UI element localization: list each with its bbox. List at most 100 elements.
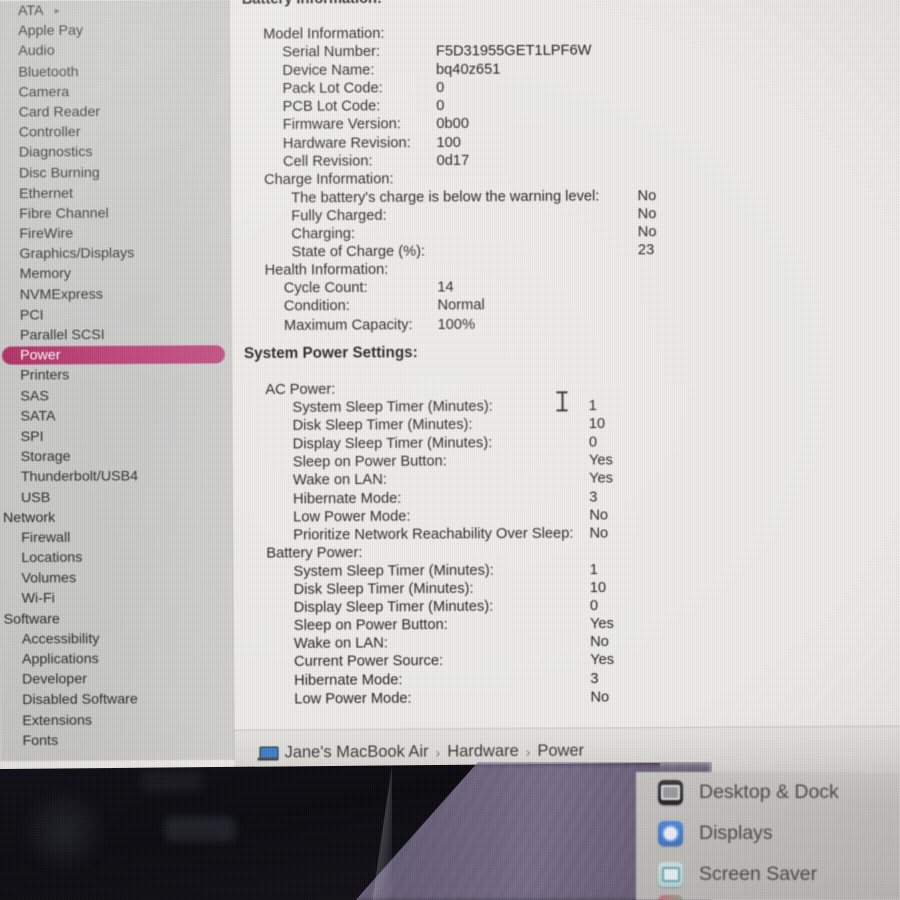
- sidebar-item-label: USB: [20, 489, 51, 506]
- sidebar-item-accessibility[interactable]: Accessibility: [0, 628, 233, 650]
- sidebar-item-locations[interactable]: Locations: [0, 547, 232, 569]
- settings-item-desktop-dock[interactable]: Desktop & Dock: [636, 772, 900, 813]
- sidebar-item-label: Memory: [19, 266, 72, 283]
- sidebar-item-label: FireWire: [19, 225, 74, 243]
- sidebar-item-sas[interactable]: SAS: [0, 385, 231, 407]
- model-info-label: Cell Revision:: [282, 153, 373, 170]
- ac-power-label: Disk Sleep Timer (Minutes):: [292, 417, 473, 435]
- sidebar-item-printers[interactable]: Printers: [0, 365, 231, 387]
- sidebar-item-label: PCI: [19, 306, 44, 324]
- ac-power-value: No: [589, 525, 609, 542]
- settings-item-partial[interactable]: [636, 895, 900, 900]
- sidebar-item-label: Ethernet: [19, 185, 74, 202]
- sidebar-item-disabled-software[interactable]: Disabled Software: [0, 689, 233, 711]
- system-settings-panel[interactable]: Desktop & Dock Displays Screen Saver: [636, 772, 900, 900]
- sidebar-item-wi-fi[interactable]: Wi-Fi: [0, 588, 232, 610]
- battery-power-label: Hibernate Mode:: [294, 671, 403, 689]
- sidebar-item-volumes[interactable]: Volumes: [0, 567, 232, 589]
- sidebar-item-label: Apple Pay: [18, 22, 84, 40]
- health-info-value: 14: [437, 279, 454, 297]
- sidebar-item-ata[interactable]: ATA ▸: [0, 0, 229, 21]
- sidebar-item-audio[interactable]: Audio: [0, 40, 229, 62]
- sidebar-item-graphics-displays[interactable]: Graphics/Displays: [0, 243, 230, 265]
- sidebar-item-software[interactable]: Software: [0, 608, 233, 630]
- sidebar-item-label: SAS: [20, 388, 49, 405]
- system-power-settings-heading: System Power Settings:: [243, 344, 418, 363]
- sidebar-item-usb[interactable]: USB: [0, 486, 232, 508]
- ac-power-value: 10: [588, 416, 606, 433]
- model-info-label: Pack Lot Code:: [282, 80, 383, 98]
- sidebar-item-label: Controller: [18, 124, 81, 141]
- settings-item-screen-saver[interactable]: Screen Saver: [636, 854, 900, 895]
- breadcrumb-separator-2: ›: [525, 743, 531, 760]
- battery-power-value: 0: [589, 598, 599, 615]
- settings-item-label: Displays: [699, 822, 773, 844]
- battery-power-label: System Sleep Timer (Minutes):: [293, 562, 494, 580]
- sidebar-item-label: Accessibility: [21, 630, 100, 648]
- sidebar-item-developer[interactable]: Developer: [0, 669, 233, 691]
- sidebar-item-spi[interactable]: SPI: [0, 425, 231, 447]
- sidebar-item-firewire[interactable]: FireWire: [0, 223, 230, 245]
- sidebar-item-pci[interactable]: PCI: [0, 304, 231, 326]
- content-pane: Battery Information: Model Information:S…: [229, 0, 900, 730]
- sidebar-item-sata[interactable]: SATA: [0, 405, 231, 427]
- sidebar-item-label: Audio: [18, 43, 55, 60]
- sidebar-item-label: Parallel SCSI: [19, 326, 105, 344]
- sidebar-item-apple-pay[interactable]: Apple Pay: [0, 20, 229, 42]
- sidebar-item-applications[interactable]: Applications: [0, 648, 233, 670]
- sidebar-item-controller[interactable]: Controller: [0, 121, 230, 143]
- sidebar-item-ethernet[interactable]: Ethernet: [0, 182, 230, 204]
- sidebar-item-thunderbolt-usb4[interactable]: Thunderbolt/USB4: [0, 466, 232, 488]
- sidebar-item-diagnostics[interactable]: Diagnostics: [0, 142, 230, 164]
- battery-power-label: Display Sleep Timer (Minutes):: [293, 598, 494, 616]
- sidebar-item-label: Firewall: [21, 529, 71, 547]
- sidebar-item-camera[interactable]: Camera: [0, 81, 229, 103]
- sidebar-item-extensions[interactable]: Extensions: [0, 709, 233, 731]
- battery-power-value: 3: [590, 670, 599, 687]
- sidebar-item-memory[interactable]: Memory: [0, 263, 230, 285]
- breadcrumb-item-hardware[interactable]: Hardware: [447, 742, 518, 762]
- sidebar-item-bluetooth[interactable]: Bluetooth: [0, 61, 229, 83]
- model-info-value: 0: [436, 80, 445, 97]
- health-info-value: Normal: [437, 297, 485, 315]
- sidebar-item-disc-burning[interactable]: Disc Burning: [0, 162, 230, 184]
- breadcrumb-item-device[interactable]: Jane's MacBook Air: [285, 743, 429, 763]
- model-info-label: Hardware Revision:: [282, 134, 411, 152]
- model-info-value: bq40z651: [435, 61, 501, 79]
- sidebar-item-label: Software: [3, 610, 60, 628]
- sidebar-item-label: Printers: [20, 367, 70, 384]
- charge-info-label: The battery's charge is below the warnin…: [291, 188, 600, 207]
- charge-info-value: No: [637, 205, 657, 223]
- battery-power-label: Wake on LAN:: [293, 635, 388, 653]
- sidebar-item-firewall[interactable]: Firewall: [0, 527, 232, 549]
- sidebar-item-card-reader[interactable]: Card Reader: [0, 101, 230, 123]
- sidebar-item-nvmexpress[interactable]: NVMExpress: [0, 284, 231, 306]
- breadcrumb-item-power[interactable]: Power: [537, 742, 584, 761]
- battery-power-label: Sleep on Power Button:: [293, 617, 448, 635]
- model-info-label: Firmware Version:: [282, 116, 401, 134]
- sidebar-item-label: ATA: [17, 2, 44, 20]
- battery-power-label: Low Power Mode:: [294, 690, 412, 707]
- sidebar-item-storage[interactable]: Storage: [0, 446, 232, 468]
- sidebar-item-label: Fonts: [22, 732, 59, 749]
- ac-power-heading: AC Power:: [265, 381, 336, 399]
- sidebar-item-fonts[interactable]: Fonts: [0, 729, 233, 751]
- ac-power-label: Low Power Mode:: [293, 508, 411, 526]
- sidebar-item-label: Wi-Fi: [21, 590, 55, 607]
- charge-info-value: No: [637, 187, 657, 204]
- sidebar-item-label: Disc Burning: [18, 164, 100, 182]
- ac-power-label: Prioritize Network Reachability Over Sle…: [293, 525, 574, 544]
- settings-item-label: Screen Saver: [699, 863, 818, 885]
- model-info-label: PCB Lot Code:: [282, 98, 381, 116]
- sidebar[interactable]: ATA ▸ Apple Pay Audio Bluetooth Camera Card Re…: [0, 0, 235, 762]
- breadcrumb-separator-1: ›: [435, 743, 441, 761]
- sidebar-item-label: Storage: [20, 448, 71, 466]
- sidebar-item-parallel-scsi[interactable]: Parallel SCSI: [0, 324, 231, 346]
- sidebar-item-network[interactable]: Network: [0, 506, 232, 528]
- ac-power-value: Yes: [588, 452, 613, 469]
- settings-item-displays[interactable]: Displays: [636, 813, 900, 854]
- sidebar-item-power[interactable]: Power: [0, 344, 231, 366]
- chevron-right-icon[interactable]: ▸: [55, 2, 60, 22]
- sidebar-item-fibre-channel[interactable]: Fibre Channel: [0, 202, 230, 224]
- charge-information-heading: Charge Information:: [263, 171, 394, 189]
